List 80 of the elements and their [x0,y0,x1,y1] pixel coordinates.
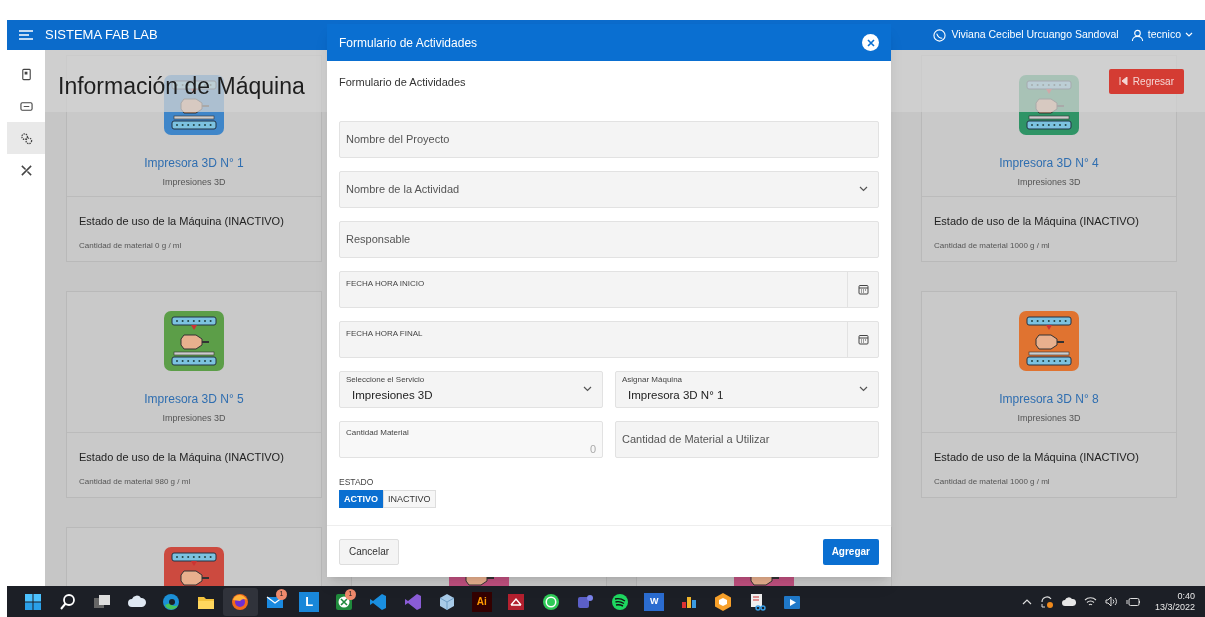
status-label: ESTADO [339,475,375,489]
material-amount: Cantidad de material 980 g / ml [79,475,192,488]
ide-icon [402,591,423,612]
status-toggle[interactable]: INACTIVO [383,490,436,509]
speaker-icon[interactable] [1104,596,1118,607]
cancel-button[interactable]: Cancelar [339,538,400,565]
text-field[interactable]: Nombre del Proyecto [339,120,879,158]
clock-time[interactable]: 0:40 [1177,590,1195,602]
app-tile-icon: Ai [471,591,492,612]
close-button[interactable] [862,34,879,51]
date-field[interactable]: FECHA HORA FINAL [339,320,879,358]
machine-service: Impresiones 3D [162,412,226,425]
field-value: Impresora 3D N° 1 [627,387,725,403]
chevron-down-icon [583,386,592,392]
chevron-down-icon [859,386,868,392]
wifi-icon[interactable] [1083,596,1097,607]
keyboard-icon [19,99,33,113]
gears-icon [19,131,33,145]
music-icon [609,591,630,612]
material-amount: Cantidad de material 1000 g / ml [934,239,1051,252]
menu-icon[interactable] [19,30,33,40]
user-name: Viviana Cecibel Urcuango Sandoval [951,27,1119,43]
skip-back-icon [1118,77,1128,85]
machine-status: Estado de uso de la Máquina (INACTIVO) [79,450,285,465]
close-icon [866,38,875,47]
material-amount: Cantidad de material 0 g / ml [79,239,183,252]
select-field[interactable]: Nombre de la Actividad [339,170,879,208]
select-field[interactable]: Seleccione el Servicio Impresiones 3D [339,370,603,408]
form-heading: Formulario de Actividades [339,75,467,90]
caret-up-icon[interactable] [1021,598,1032,605]
text-field[interactable]: Responsable [339,220,879,258]
page-title: Información de Máquina [58,71,305,101]
machine-status: Estado de uso de la Máquina (INACTIVO) [934,450,1140,465]
taskbar-app[interactable]: Ai [464,587,499,616]
machine-service: Impresiones 3D [1017,176,1081,189]
machine-service: Impresiones 3D [1017,412,1081,425]
browser-icon [161,591,182,612]
text-field[interactable]: Cantidad de Material a Utilizar [615,420,879,458]
app-tile-icon: L [299,591,320,612]
taskbar-app[interactable] [223,587,258,616]
game-icon [333,591,354,612]
user-icon [1130,28,1144,42]
browser-icon [230,591,251,612]
field-label: Cantidad Material [346,426,410,439]
field-label: FECHA HORA INICIO [345,277,426,290]
material-amount: Cantidad de material 1000 g / ml [934,475,1051,488]
calendar-icon [857,333,869,345]
machine-status: Estado de uso de la Máquina (INACTIVO) [79,214,285,229]
select-field[interactable]: Asignar Máquina Impresora 3D N° 1 [615,370,879,408]
back-button[interactable]: Regresar [1108,68,1184,94]
field-label: Asignar Máquina [622,373,684,386]
app-title: SISTEMA FAB LAB [45,26,158,45]
field-value: 0 [589,441,596,457]
machine-status: Estado de uso de la Máquina (INACTIVO) [934,214,1140,229]
notebook-icon [19,67,33,81]
chevron-down-icon [1185,32,1193,38]
document-icon: W [644,592,665,611]
status-toggle[interactable]: ACTIVO [339,490,383,509]
cloud-icon[interactable] [1061,597,1076,606]
code-editor-icon [368,591,389,612]
field-label: Seleccione el Servicio [346,373,426,386]
clock-date[interactable]: 13/3/2022 [1154,601,1195,613]
field-label: FECHA HORA FINAL [345,327,424,340]
dialog-title: Formulario de Actividades [339,34,478,52]
windows-icon [23,591,44,612]
taskbar-app[interactable]: L [292,587,327,616]
package-icon [713,591,734,612]
field-value: Impresiones 3D [351,387,434,403]
calendar-icon [857,283,869,295]
chat-icon [540,591,561,612]
field-placeholder: Nombre de la Actividad [346,181,461,197]
chevron-down-icon [859,186,868,192]
sync-icon[interactable] [1039,594,1054,609]
machine-service: Impresiones 3D [162,176,226,189]
taskbar-app[interactable]: W [637,587,672,616]
add-button[interactable]: Agregar [822,538,879,565]
date-field[interactable]: FECHA HORA INICIO [339,270,879,308]
user-menu-button[interactable]: tecnico [1130,27,1193,43]
search-icon [57,591,78,612]
battery-icon[interactable] [1125,596,1141,607]
